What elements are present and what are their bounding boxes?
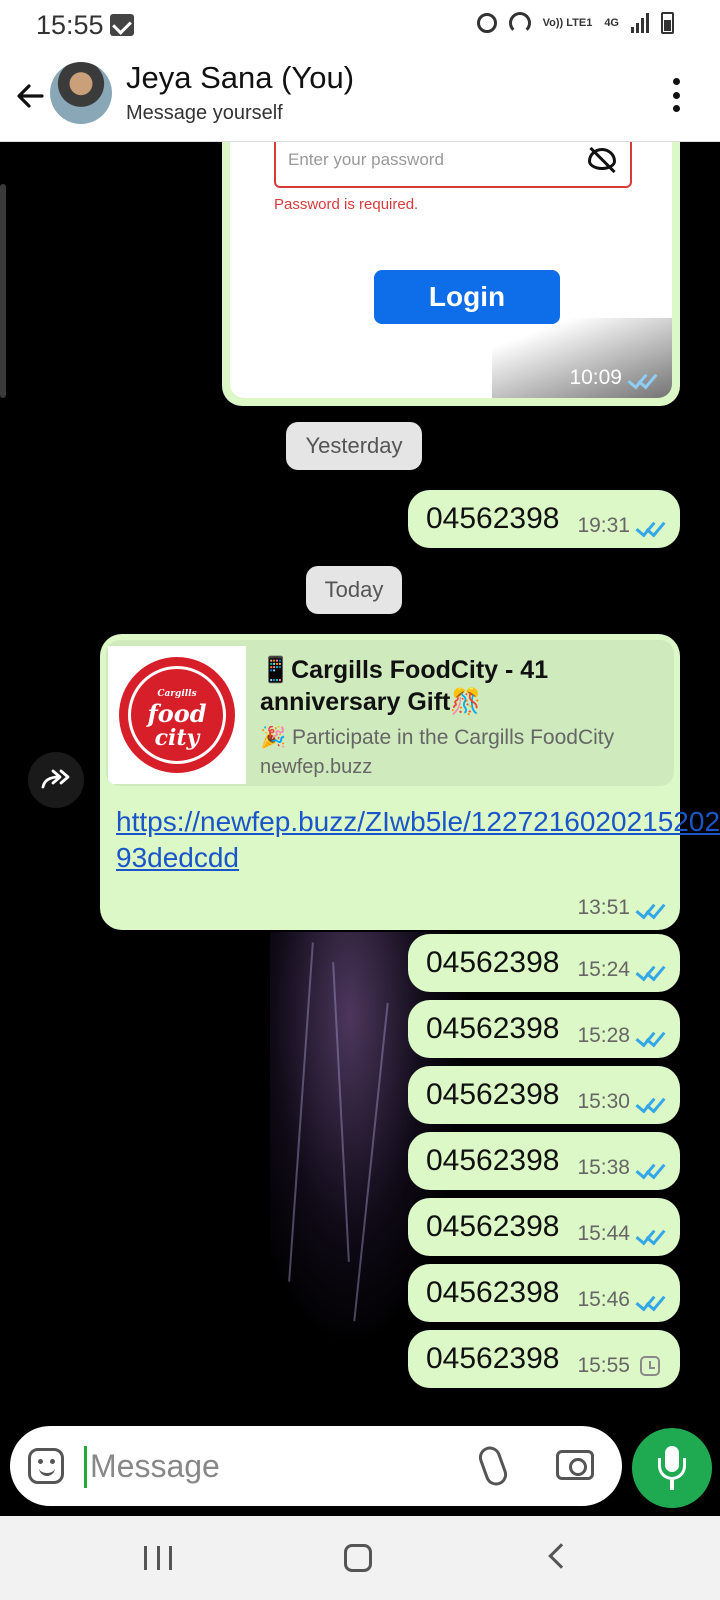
logo-text-food: food bbox=[147, 699, 207, 728]
preview-title: 📱Cargills FoodCity - 41 anniversary Gift… bbox=[260, 656, 549, 716]
screen: 15:55 Vo)) LTE1 4G Jeya Sana (You) Messa… bbox=[0, 0, 720, 1600]
dot-icon bbox=[672, 105, 680, 112]
message-time: 10:09 bbox=[569, 366, 622, 389]
recent-apps-button[interactable] bbox=[144, 1546, 172, 1570]
preview-thumbnail: Cargills food city bbox=[108, 646, 246, 784]
double-tick-icon bbox=[636, 1160, 666, 1178]
message-text: 04562398 bbox=[426, 1210, 560, 1243]
logo-text-cargills: Cargills bbox=[157, 689, 197, 699]
message-bubble[interactable]: 04562398 15:30 bbox=[408, 1066, 680, 1124]
forward-icon bbox=[41, 769, 70, 789]
message-bubble[interactable]: 04562398 19:31 bbox=[408, 490, 680, 548]
attach-paperclip-icon[interactable] bbox=[475, 1443, 511, 1489]
message-text: 04562398 bbox=[426, 1012, 560, 1045]
message-composer bbox=[10, 1426, 622, 1506]
chat-area[interactable]: Enter your password Password is required… bbox=[0, 142, 720, 1404]
preview-description: 🎉 Participate in the Cargills FoodCity bbox=[260, 726, 615, 749]
alarm-icon bbox=[476, 13, 497, 33]
message-time: 15:46 bbox=[577, 1288, 630, 1311]
message-bubble[interactable]: 04562398 15:24 bbox=[408, 934, 680, 992]
double-tick-icon bbox=[636, 1226, 666, 1244]
message-time: 19:31 bbox=[577, 514, 630, 537]
back-button[interactable] bbox=[12, 76, 48, 116]
message-time: 15:24 bbox=[577, 958, 630, 981]
chat-header: Jeya Sana (You) Message yourself bbox=[0, 52, 720, 142]
text-cursor bbox=[84, 1446, 87, 1488]
message-link[interactable]: https://newfep.buzz/ZIwb5le/122721602021… bbox=[116, 804, 720, 876]
status-time: 15:55 bbox=[36, 10, 104, 40]
mic-icon-arc bbox=[658, 1458, 686, 1480]
dot-icon bbox=[672, 91, 680, 99]
hotspot-icon bbox=[508, 12, 531, 34]
image-message[interactable]: Enter your password Password is required… bbox=[222, 142, 680, 406]
login-button-image: Login bbox=[374, 270, 560, 324]
logo-inner-ring: Cargills food city bbox=[128, 666, 226, 764]
password-error: Password is required. bbox=[274, 196, 419, 213]
double-tick-icon bbox=[636, 1094, 666, 1112]
link-preview[interactable]: Cargills food city 📱Cargills FoodCity - … bbox=[106, 640, 674, 786]
message-bubble[interactable]: 04562398 15:38 bbox=[408, 1132, 680, 1190]
eye-off-icon bbox=[588, 148, 616, 170]
message-time: 15:44 bbox=[577, 1222, 630, 1245]
mic-icon-stem bbox=[670, 1480, 674, 1490]
check-notification-icon bbox=[110, 14, 134, 36]
status-icons: Vo)) LTE1 4G bbox=[476, 12, 674, 34]
login-screenshot[interactable]: Enter your password Password is required… bbox=[230, 142, 672, 398]
signal-icon bbox=[631, 13, 649, 33]
message-text: 04562398 bbox=[426, 502, 560, 535]
sticker-emoji-icon[interactable] bbox=[28, 1448, 64, 1484]
password-placeholder: Enter your password bbox=[288, 150, 444, 169]
battery-icon bbox=[661, 12, 674, 34]
message-time: 15:55 bbox=[577, 1354, 630, 1377]
pending-clock-icon bbox=[640, 1356, 660, 1376]
double-tick-icon bbox=[636, 518, 666, 536]
voice-message-button[interactable] bbox=[632, 1428, 712, 1508]
message-text: 04562398 bbox=[426, 1144, 560, 1177]
link-message[interactable]: Cargills food city 📱Cargills FoodCity - … bbox=[100, 634, 720, 930]
more-options-button[interactable] bbox=[670, 78, 682, 112]
preview-domain: newfep.buzz bbox=[260, 756, 373, 778]
avatar[interactable] bbox=[50, 62, 112, 124]
message-bubble[interactable]: 04562398 15:28 bbox=[408, 1000, 680, 1058]
message-time: 13:51 bbox=[577, 896, 630, 919]
message-text: 04562398 bbox=[426, 1078, 560, 1111]
home-button[interactable] bbox=[344, 1544, 372, 1572]
message-input[interactable] bbox=[90, 1442, 450, 1490]
message-text: 04562398 bbox=[426, 1342, 560, 1375]
message-time: 15:38 bbox=[577, 1156, 630, 1179]
message-text: 04562398 bbox=[426, 946, 560, 979]
network-4g-icon: 4G bbox=[604, 16, 619, 29]
double-tick-icon bbox=[636, 1028, 666, 1046]
message-text: 04562398 bbox=[426, 1276, 560, 1309]
forward-button[interactable] bbox=[28, 752, 84, 808]
message-time: 15:28 bbox=[577, 1024, 630, 1047]
system-nav-bar bbox=[0, 1516, 720, 1600]
date-chip-yesterday: Yesterday bbox=[286, 422, 422, 470]
logo-text-city: city bbox=[154, 725, 200, 751]
dot-icon bbox=[672, 78, 680, 85]
status-bar: 15:55 Vo)) LTE1 4G bbox=[0, 0, 720, 52]
double-tick-icon bbox=[636, 962, 666, 980]
contact-subtitle: Message yourself bbox=[126, 102, 283, 124]
message-time: 15:30 bbox=[577, 1090, 630, 1113]
double-tick-icon bbox=[636, 1292, 666, 1310]
double-tick-icon bbox=[636, 900, 666, 918]
scrollbar[interactable] bbox=[0, 184, 6, 398]
foodcity-logo: Cargills food city bbox=[119, 657, 235, 773]
date-chip-today: Today bbox=[306, 566, 402, 614]
volte-icon: Vo)) LTE1 bbox=[542, 16, 593, 29]
camera-icon[interactable] bbox=[556, 1450, 594, 1480]
contact-name[interactable]: Jeya Sana (You) bbox=[126, 60, 354, 96]
nav-back-button[interactable] bbox=[548, 1543, 574, 1569]
password-field-image: Enter your password bbox=[274, 142, 632, 188]
double-tick-icon bbox=[628, 370, 658, 388]
message-bubble[interactable]: 04562398 15:44 bbox=[408, 1198, 680, 1256]
message-bubble[interactable]: 04562398 15:46 bbox=[408, 1264, 680, 1322]
back-arrow-icon bbox=[17, 84, 44, 108]
message-bubble[interactable]: 04562398 15:55 bbox=[408, 1330, 680, 1388]
